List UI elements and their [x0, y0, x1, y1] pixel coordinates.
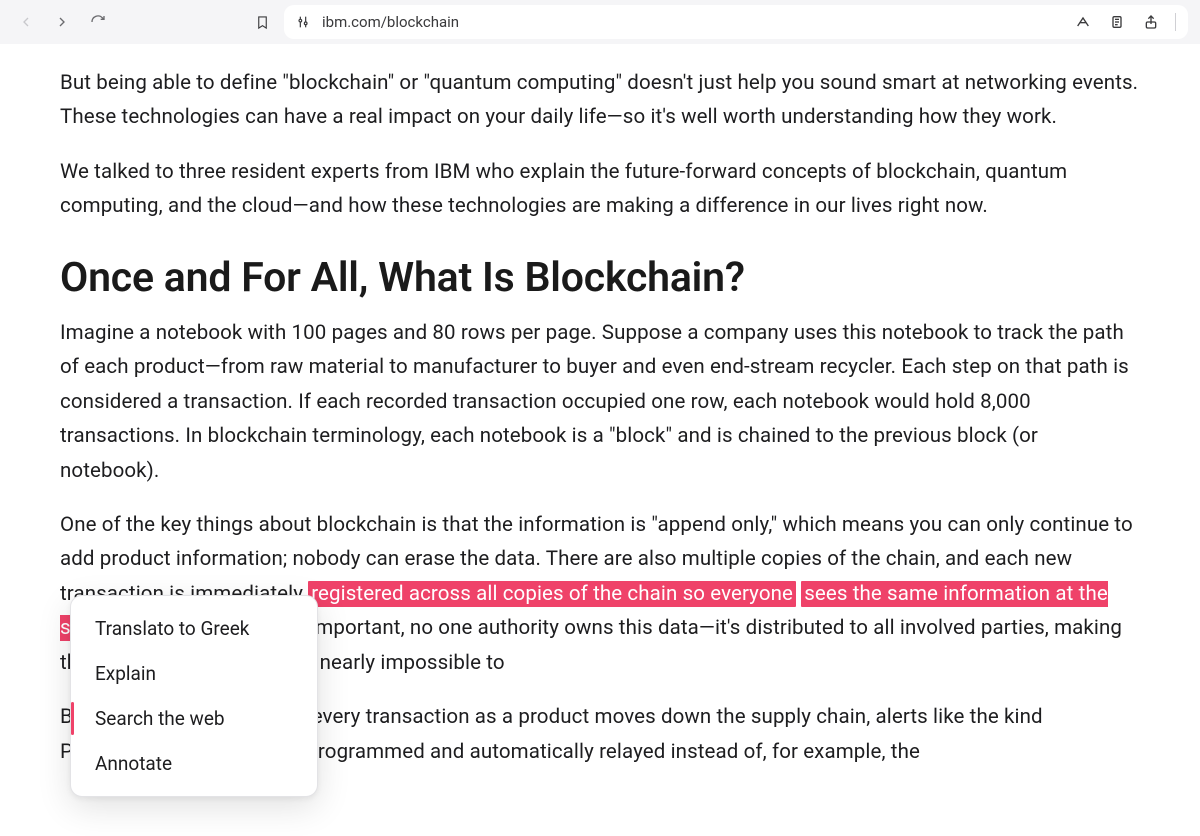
section-heading: Once and For All, What Is Blockchain?	[60, 254, 1140, 302]
address-bar[interactable]: ibm.com/blockchain	[284, 5, 1188, 39]
bookmark-button[interactable]	[248, 8, 276, 36]
address-url: ibm.com/blockchain	[322, 13, 1059, 31]
context-menu-item-label: Explain	[95, 662, 156, 685]
context-menu-item-search[interactable]: Search the web	[71, 696, 317, 741]
site-settings-icon[interactable]	[294, 13, 312, 31]
paragraph: But being able to define "blockchain" or…	[60, 66, 1140, 135]
reader-icon[interactable]	[1103, 8, 1131, 36]
back-button[interactable]	[12, 8, 40, 36]
share-icon[interactable]	[1137, 8, 1165, 36]
paragraph: We talked to three resident experts from…	[60, 155, 1140, 224]
context-menu-item-annotate[interactable]: Annotate	[71, 741, 317, 786]
context-menu-item-translate[interactable]: Translato to Greek	[71, 606, 317, 651]
context-menu-item-label: Search the web	[95, 707, 225, 730]
paragraph: Imagine a notebook with 100 pages and 80…	[60, 316, 1140, 488]
forward-button[interactable]	[48, 8, 76, 36]
context-menu-item-explain[interactable]: Explain	[71, 651, 317, 696]
context-menu-item-label: Annotate	[95, 752, 172, 775]
context-menu: Translato to Greek Explain Search the we…	[70, 595, 318, 797]
selected-text[interactable]: registered across all copies of the chai…	[308, 581, 796, 607]
reload-button[interactable]	[84, 8, 112, 36]
browser-toolbar: ibm.com/blockchain	[0, 0, 1200, 44]
page-content: But being able to define "blockchain" or…	[0, 44, 1200, 836]
extensions-icon[interactable]	[1069, 8, 1097, 36]
toolbar-divider	[1175, 13, 1176, 31]
context-menu-item-label: Translato to Greek	[95, 617, 249, 640]
